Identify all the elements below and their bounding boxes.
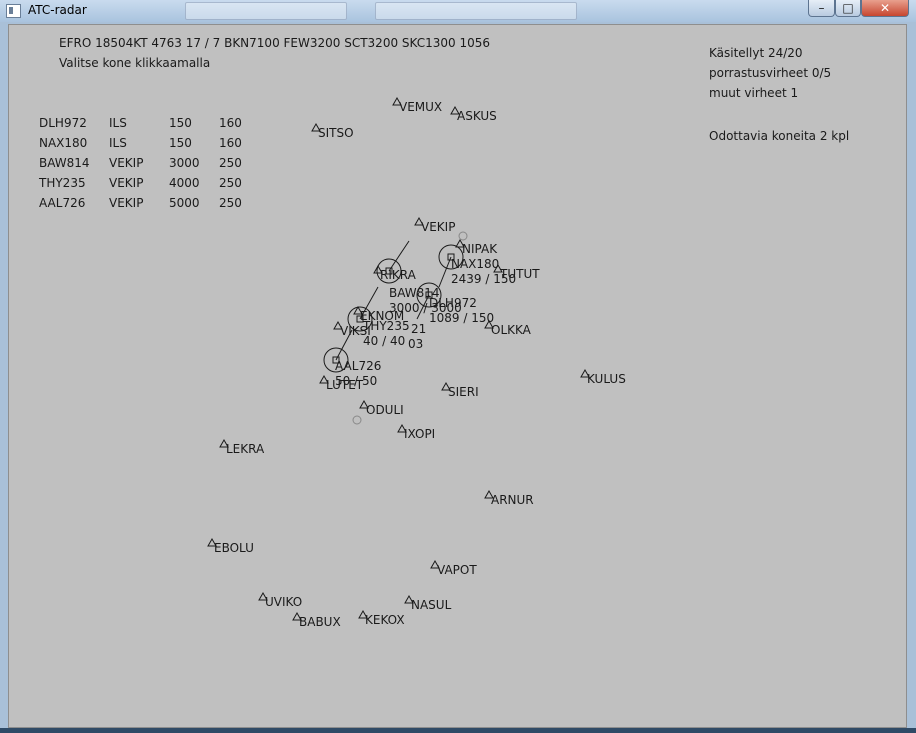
flight-altitude: 150 xyxy=(169,116,192,130)
marker-circle-icon xyxy=(458,231,468,241)
waypoint-label: BABUX xyxy=(299,615,341,629)
radar-canvas[interactable]: VEMUX ASKUS SITSO VEKIP NIPAK TUTUT OLKKA KULUS… xyxy=(8,24,907,728)
app-icon xyxy=(6,4,21,18)
window-titlebar: ATC-radar – □ ✕ xyxy=(0,0,916,22)
waypoint-label: SITSO xyxy=(318,126,354,140)
flight-route: ILS xyxy=(109,136,127,150)
waypoint-label: IXOPI xyxy=(404,427,435,441)
flight-speed: 160 xyxy=(219,116,242,130)
taskbar xyxy=(0,728,916,733)
waypoint-label: NASUL xyxy=(411,598,452,612)
aircraft-data: 2439 / 150 xyxy=(451,272,516,286)
maximize-button[interactable]: □ xyxy=(835,0,861,17)
flight-altitude: 150 xyxy=(169,136,192,150)
waypoint-label: ARNUR xyxy=(491,493,534,507)
aircraft-callsign: THY235 xyxy=(362,319,410,333)
waypoint-label: ASKUS xyxy=(457,109,497,123)
aircraft-callsign: AAL726 xyxy=(335,359,381,373)
aircraft-callsign: DLH972 xyxy=(429,296,477,310)
marker-circle-icon xyxy=(352,415,362,425)
waypoint-label: KEKOX xyxy=(365,613,405,627)
aircraft-heading-vector xyxy=(438,256,452,288)
flight-route: VEKIP xyxy=(109,156,144,170)
waypoint-label: LEKRA xyxy=(226,442,265,456)
minimize-button[interactable]: – xyxy=(808,0,835,17)
waypoint-label: EBOLU xyxy=(214,541,254,555)
flight-speed: 160 xyxy=(219,136,242,150)
waypoint-label: ODULI xyxy=(366,403,404,417)
stat-separation-errors: porrastusvirheet 0/5 xyxy=(709,66,832,80)
background-window-tab xyxy=(185,2,347,20)
waypoint-label: OLKKA xyxy=(491,323,532,337)
background-window-tab xyxy=(375,2,577,20)
aircraft-extra: 21 xyxy=(411,322,426,336)
aircraft-callsign: NAX180 xyxy=(451,257,499,271)
flight-callsign: THY235 xyxy=(39,176,86,190)
instruction-text: Valitse kone klikkaamalla xyxy=(59,56,211,70)
flight-speed: 250 xyxy=(219,196,242,210)
flight-callsign: DLH972 xyxy=(39,116,87,130)
flight-callsign: NAX180 xyxy=(39,136,88,150)
waypoint-label: NIPAK xyxy=(462,242,498,256)
flight-altitude: 5000 xyxy=(169,196,200,210)
close-button[interactable]: ✕ xyxy=(861,0,909,17)
waypoint-label: VEMUX xyxy=(399,100,442,114)
minimize-icon: – xyxy=(818,1,825,15)
waypoint-label: KULUS xyxy=(587,372,626,386)
flight-speed: 250 xyxy=(219,176,242,190)
waypoint-label: RIKRA xyxy=(380,268,417,282)
flight-altitude: 4000 xyxy=(169,176,200,190)
flight-route: ILS xyxy=(109,116,127,130)
aircraft-extra: 03 xyxy=(408,337,423,351)
stat-other-errors: muut virheet 1 xyxy=(709,86,799,100)
flight-route: VEKIP xyxy=(109,196,144,210)
aircraft-data: 1089 / 150 xyxy=(429,311,494,325)
close-icon: ✕ xyxy=(879,1,891,15)
maximize-icon: □ xyxy=(842,1,854,15)
flight-speed: 250 xyxy=(219,156,242,170)
aircraft-data: 50 / 50 xyxy=(335,374,377,388)
flight-altitude: 3000 xyxy=(169,156,200,170)
aircraft-heading-vector xyxy=(388,240,410,272)
waypoint-label: SIERI xyxy=(448,385,479,399)
stat-handled: Käsitellyt 24/20 xyxy=(709,46,803,60)
flight-callsign: AAL726 xyxy=(39,196,86,210)
waypoint-label: VAPOT xyxy=(437,563,477,577)
flight-route: VEKIP xyxy=(109,176,144,190)
flight-callsign: BAW814 xyxy=(39,156,90,170)
window-title: ATC-radar xyxy=(28,3,87,17)
waypoint-label: UVIKO xyxy=(265,595,302,609)
aircraft-data: 40 / 40 xyxy=(363,334,405,348)
stat-waiting: Odottavia koneita 2 kpl xyxy=(709,129,850,143)
waypoint-label: VEKIP xyxy=(421,220,455,234)
weather-report: EFRO 18504KT 4763 17 / 7 BKN7100 FEW3200… xyxy=(59,36,490,50)
